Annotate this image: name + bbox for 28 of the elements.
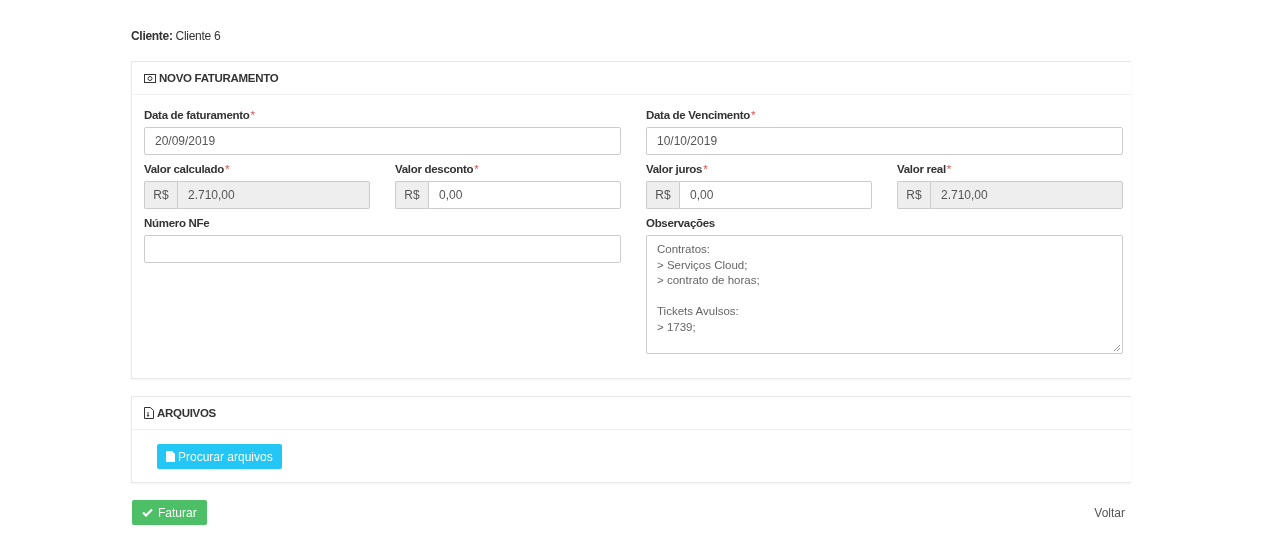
field-label: Observações: [646, 217, 715, 229]
client-label: Cliente:: [131, 29, 173, 43]
text-input[interactable]: 20/09/2019: [144, 127, 621, 155]
currency-addon: R$: [395, 181, 428, 209]
field-label: Valor calculado*: [144, 163, 230, 175]
file-icon: [144, 407, 154, 419]
field-label: Número NFe: [144, 217, 210, 229]
file-icon: [166, 451, 175, 462]
field-label: Valor real*: [897, 163, 951, 175]
currency-addon: R$: [144, 181, 177, 209]
money-icon: [144, 73, 156, 83]
money-input[interactable]: 0,00: [428, 181, 621, 209]
back-link[interactable]: Voltar: [1094, 505, 1125, 520]
text-input[interactable]: 10/10/2019: [646, 127, 1123, 155]
client-name: Cliente 6: [175, 29, 221, 43]
field-label: Data de faturamento*: [144, 109, 255, 121]
currency-addon: R$: [897, 181, 930, 209]
observations-field[interactable]: Contratos: > Serviços Cloud; > contrato de horas; Tickets Avulsos: > 1739;: [646, 235, 1123, 354]
panel-title: NOVO FATURAMENTO: [159, 72, 279, 84]
money-input[interactable]: 0,00: [679, 181, 872, 209]
text-input[interactable]: [144, 235, 621, 263]
resize-grip-icon: [1113, 344, 1120, 351]
currency-addon: R$: [646, 181, 679, 209]
field-label: Valor desconto*: [395, 163, 479, 175]
check-icon: [142, 508, 153, 517]
field-label: Valor juros*: [646, 163, 708, 175]
field-label: Data de Vencimento*: [646, 109, 756, 121]
panel-title: ARQUIVOS: [157, 407, 216, 419]
